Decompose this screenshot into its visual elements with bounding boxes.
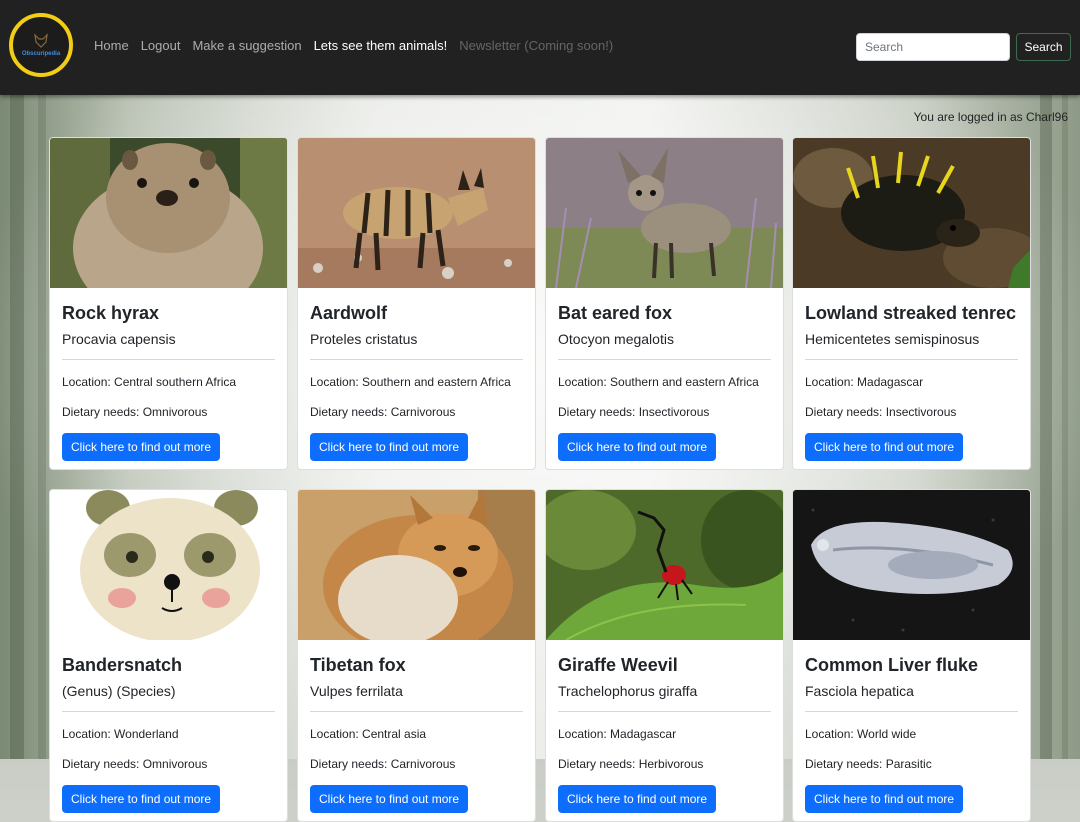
search-button[interactable]: Search (1016, 33, 1071, 61)
giraffe-weevil-image (546, 490, 783, 640)
animal-name: Common Liver fluke (805, 655, 979, 675)
find-out-more-button[interactable]: Click here to find out more (310, 433, 469, 461)
location-text: Location: Madagascar (558, 727, 677, 741)
species-name: Hemicentetes semispinosus (805, 331, 980, 347)
species-name: Fasciola hepatica (805, 683, 914, 699)
liver-fluke-image (793, 490, 1030, 640)
find-out-more-button[interactable]: Click here to find out more (62, 433, 221, 461)
animal-card: Lowland streaked tenrec Hemicentetes sem… (792, 137, 1031, 470)
divider (558, 711, 771, 712)
divider (558, 359, 771, 360)
nav-suggestion-link[interactable]: Make a suggestion (192, 38, 301, 53)
fox-head-icon (34, 33, 48, 48)
nav-newsletter-link: Newsletter (Coming soon!) (459, 38, 614, 53)
species-name: Otocyon megalotis (558, 331, 674, 347)
find-out-more-button[interactable]: Click here to find out more (558, 785, 717, 813)
location-text: Location: Southern and eastern Africa (558, 375, 759, 389)
location-text: Location: Central asia (310, 727, 427, 741)
location-text: Location: Central southern Africa (62, 375, 237, 389)
diet-text: Dietary needs: Herbivorous (558, 757, 704, 771)
species-name: Proteles cristatus (310, 331, 418, 347)
divider (310, 711, 523, 712)
species-name: Vulpes ferrilata (310, 683, 403, 699)
animal-card: Rock hyrax Procavia capensis Location: C… (49, 137, 288, 470)
animal-card: Bat eared fox Otocyon megalotis Location… (545, 137, 784, 470)
animal-card: Giraffe Weevil Trachelophorus giraffa Lo… (545, 489, 784, 822)
find-out-more-button[interactable]: Click here to find out more (805, 433, 964, 461)
divider (310, 359, 523, 360)
animal-name: Rock hyrax (62, 303, 160, 323)
divider (805, 711, 1018, 712)
diet-text: Dietary needs: Omnivorous (62, 757, 208, 771)
species-name: Trachelophorus giraffa (558, 683, 698, 699)
species-name: Procavia capensis (62, 331, 176, 347)
location-text: Location: Southern and eastern Africa (310, 375, 511, 389)
species-name: (Genus) (Species) (62, 683, 176, 699)
find-out-more-button[interactable]: Click here to find out more (805, 785, 964, 813)
diet-text: Dietary needs: Carnivorous (310, 405, 456, 419)
find-out-more-button[interactable]: Click here to find out more (62, 785, 221, 813)
animal-name: Aardwolf (310, 303, 388, 323)
location-text: Location: Wonderland (62, 727, 179, 741)
find-out-more-button[interactable]: Click here to find out more (310, 785, 469, 813)
animal-name: Giraffe Weevil (558, 655, 678, 675)
divider (805, 359, 1018, 360)
diet-text: Dietary needs: Insectivorous (805, 405, 957, 419)
nav-logout-link[interactable]: Logout (141, 38, 181, 53)
find-out-more-button[interactable]: Click here to find out more (558, 433, 717, 461)
animal-card: Bandersnatch (Genus) (Species) Location:… (49, 489, 288, 822)
location-text: Location: World wide (805, 727, 917, 741)
location-text: Location: Madagascar (805, 375, 924, 389)
animal-card: Tibetan fox Vulpes ferrilata Location: C… (297, 489, 536, 822)
diet-text: Dietary needs: Insectivorous (558, 405, 710, 419)
animal-card: Common Liver fluke Fasciola hepatica Loc… (792, 489, 1031, 822)
animal-name: Bat eared fox (558, 303, 673, 323)
animal-card: Aardwolf Proteles cristatus Location: So… (297, 137, 536, 470)
animal-name: Lowland streaked tenrec (805, 303, 1017, 323)
search-input[interactable] (856, 33, 1010, 61)
bandersnatch-image (50, 490, 287, 640)
animal-name: Tibetan fox (310, 655, 406, 675)
animal-name: Bandersnatch (62, 655, 183, 675)
top-navbar: Obscuripedia Home Logout Make a suggesti… (0, 0, 1080, 95)
nav-home-link[interactable]: Home (94, 38, 129, 53)
divider (62, 359, 275, 360)
login-status: You are logged in as Charl96 (913, 110, 1068, 124)
tenrec-image (793, 138, 1030, 288)
bat-eared-fox-image (546, 138, 783, 288)
logo-text: Obscuripedia (21, 51, 61, 57)
site-logo[interactable]: Obscuripedia (9, 13, 73, 77)
diet-text: Dietary needs: Omnivorous (62, 405, 208, 419)
divider (62, 711, 275, 712)
diet-text: Dietary needs: Carnivorous (310, 757, 456, 771)
aardwolf-image (298, 138, 535, 288)
diet-text: Dietary needs: Parasitic (805, 757, 932, 771)
nav-animals-link[interactable]: Lets see them animals! (314, 38, 448, 53)
rock-hyrax-image (50, 138, 287, 288)
nav-links: Home Logout Make a suggestion Lets see t… (94, 38, 613, 53)
tibetan-fox-image (298, 490, 535, 640)
